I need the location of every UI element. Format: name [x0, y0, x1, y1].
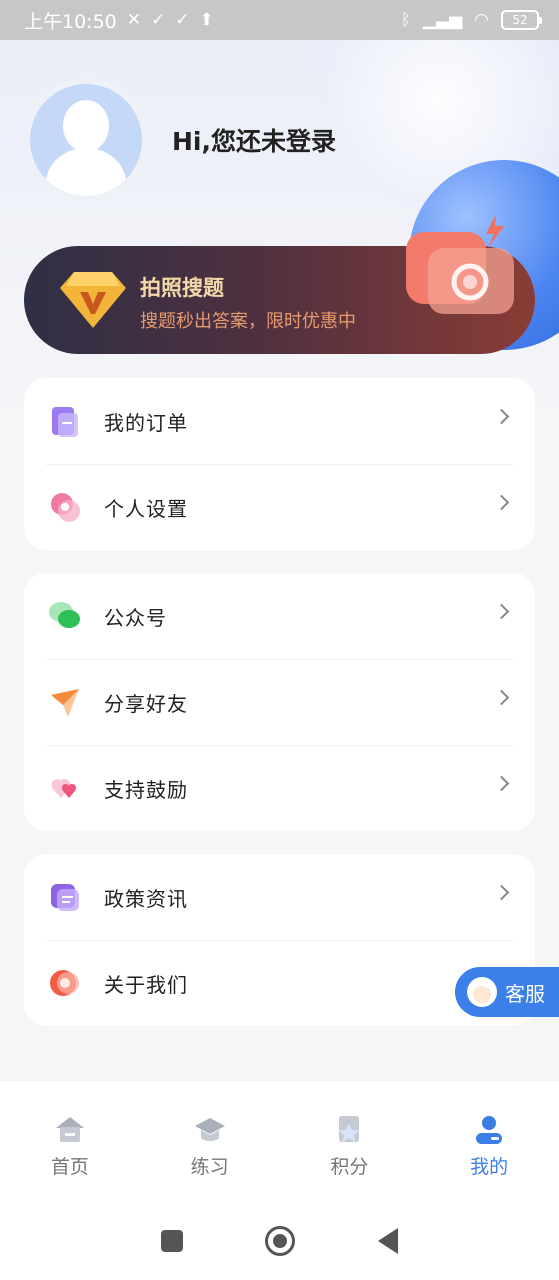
camera-icon	[406, 214, 514, 314]
status-bar: 上午10:50 ✕ ✓ ✓ ⬆ ᛒ ▁▃▅ ◠ 52	[0, 0, 559, 40]
bluetooth-icon: ᛒ	[400, 10, 411, 30]
promo-title: 拍照搜题	[140, 276, 224, 300]
customer-service-button[interactable]: 客服	[455, 967, 559, 1017]
about-icon	[50, 970, 79, 996]
menu-card-orders: 我的订单 个人设置	[24, 378, 535, 550]
back-button[interactable]	[377, 1228, 398, 1254]
promo-subtitle: 搜题秒出答案，限时优惠中	[140, 311, 356, 332]
menu-item-label: 分享好友	[104, 691, 188, 716]
upload-icon: ⬆	[199, 10, 214, 30]
mute-icon: ✕	[126, 10, 142, 30]
menu-item-official-account[interactable]: 公众号	[24, 573, 535, 659]
recent-apps-button[interactable]	[161, 1230, 184, 1252]
points-star-icon	[338, 1116, 361, 1143]
chevron-right-icon	[493, 775, 510, 792]
settings-icon	[51, 493, 80, 522]
chevron-right-icon	[493, 408, 510, 425]
check-icon-2: ✓	[175, 10, 190, 30]
check-icon: ✓	[151, 10, 166, 30]
menu-item-label: 公众号	[104, 605, 167, 630]
home-button[interactable]	[265, 1226, 296, 1256]
tab-points[interactable]: 积分	[280, 1082, 420, 1202]
tab-practice[interactable]: 练习	[140, 1082, 280, 1202]
tab-mine[interactable]: 我的	[419, 1082, 559, 1202]
signal-icon: ▁▃▅	[422, 10, 463, 30]
menu-item-support[interactable]: 支持鼓励	[24, 745, 535, 831]
menu-item-settings[interactable]: 个人设置	[24, 464, 535, 550]
wechat-icon	[49, 602, 80, 628]
heart-icon	[51, 779, 76, 798]
menu-item-label: 政策资讯	[104, 886, 188, 911]
menu-item-label: 我的订单	[104, 410, 188, 435]
tab-label: 首页	[50, 1156, 89, 1178]
chevron-right-icon	[493, 494, 510, 511]
customer-service-avatar-icon	[467, 977, 497, 1007]
home-icon	[55, 1117, 84, 1142]
chevron-right-icon	[493, 603, 510, 620]
bottom-tab-bar: 首页 练习 积分 我的	[0, 1082, 559, 1202]
status-time: 上午10:50	[24, 10, 117, 33]
menu-item-label: 个人设置	[104, 496, 188, 521]
user-icon	[476, 1116, 503, 1144]
menu-card-social: 公众号 分享好友 支持鼓励	[24, 573, 535, 831]
graduation-cap-icon	[194, 1118, 225, 1141]
menu-item-label: 关于我们	[104, 972, 188, 997]
order-icon	[52, 407, 78, 437]
default-avatar-icon	[30, 84, 142, 196]
wifi-icon: ◠	[474, 10, 489, 30]
share-icon	[51, 689, 79, 717]
tab-label: 我的	[470, 1156, 509, 1178]
tab-label: 积分	[330, 1156, 369, 1178]
menu-item-news[interactable]: 政策资讯	[24, 854, 535, 940]
menu-item-orders[interactable]: 我的订单	[24, 378, 535, 464]
login-greeting[interactable]: Hi,您还未登录	[172, 122, 336, 158]
menu-item-label: 支持鼓励	[104, 777, 188, 802]
system-navigation-bar	[0, 1202, 559, 1280]
menu-item-share[interactable]: 分享好友	[24, 659, 535, 745]
battery-indicator: 52	[501, 10, 542, 30]
chevron-right-icon	[493, 689, 510, 706]
avatar[interactable]	[24, 78, 148, 202]
vip-diamond-icon	[60, 272, 126, 328]
news-icon	[51, 884, 79, 911]
chevron-right-icon	[493, 884, 510, 901]
customer-service-label: 客服	[505, 981, 545, 1006]
tab-label: 练习	[190, 1156, 229, 1178]
tab-home[interactable]: 首页	[0, 1082, 140, 1202]
